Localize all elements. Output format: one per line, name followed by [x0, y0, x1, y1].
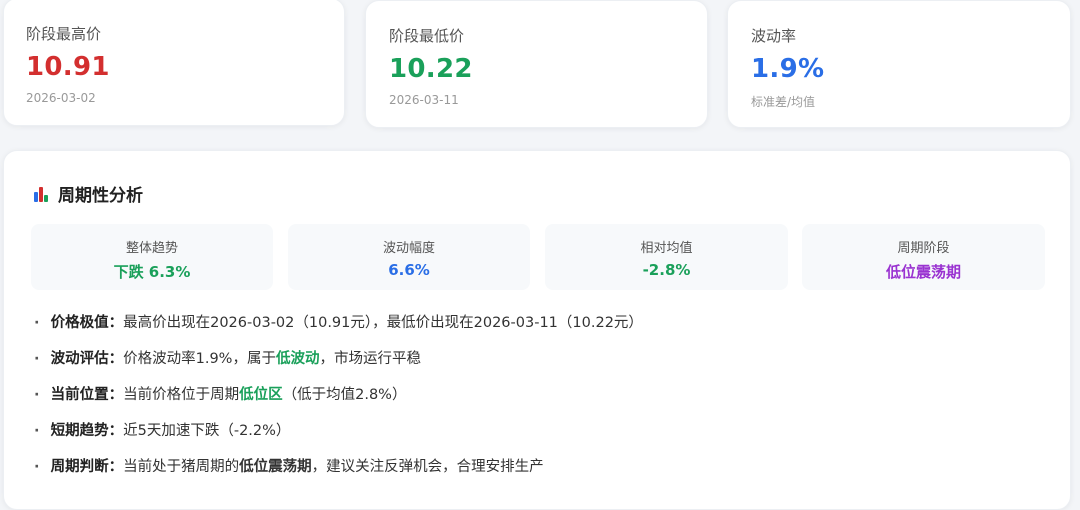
bullet-key: 当前位置： — [50, 387, 124, 403]
volatility-note: 标准差/均值 — [751, 95, 816, 109]
bullet-text: （低于均值2.8%） — [282, 387, 407, 403]
bar-chart-icon — [34, 186, 50, 202]
panel-title: 周期性分析 — [34, 181, 143, 206]
metric-label: 整体趋势 — [125, 241, 178, 256]
bullet-emphasis: 低位震荡期 — [239, 459, 312, 475]
bullet-marker: · — [34, 351, 40, 367]
bullet-price-extremes: · 价格极值：最高价出现在2026-03-02（10.91元），最低价出现在20… — [34, 311, 643, 332]
low-price-value: 10.22 — [389, 54, 473, 84]
metric-overall-trend: 整体趋势 下跌 6.3% — [31, 224, 273, 290]
bullet-marker: · — [34, 459, 40, 475]
bullet-text: ，市场运行平稳 — [319, 351, 421, 367]
low-price-date: 2026-03-11 — [389, 93, 459, 107]
bullet-marker: · — [34, 423, 40, 439]
metric-value: 低位震荡期 — [885, 263, 961, 281]
metric-label: 周期阶段 — [897, 241, 950, 256]
bullet-volatility-eval: · 波动评估：价格波动率1.9%，属于低波动，市场运行平稳 — [34, 347, 421, 368]
low-price-card: 阶段最低价 10.22 2026-03-11 — [365, 0, 708, 128]
bullet-marker: · — [34, 315, 40, 331]
bullet-key: 波动评估： — [50, 351, 124, 367]
bullet-text: 当前处于猪周期的 — [123, 459, 240, 475]
bullet-emphasis: 低位区 — [239, 387, 283, 403]
metric-label: 相对均值 — [640, 241, 693, 256]
bullet-cycle-judgement: · 周期判断：当前处于猪周期的低位震荡期，建议关注反弹机会，合理安排生产 — [34, 455, 544, 476]
bullet-key: 周期判断： — [50, 459, 124, 475]
cycle-analysis-panel: 周期性分析 整体趋势 下跌 6.3% 波动幅度 6.6% 相对均值 -2.8% … — [3, 150, 1071, 510]
metric-cycle-phase: 周期阶段 低位震荡期 — [802, 224, 1045, 290]
card-label: 阶段最低价 — [389, 27, 465, 45]
bullet-short-term-trend: · 短期趋势：近5天加速下跌（-2.2%） — [34, 419, 290, 440]
metric-value: 6.6% — [388, 261, 430, 279]
panel-title-text: 周期性分析 — [58, 186, 143, 206]
card-label: 波动率 — [751, 27, 797, 45]
volatility-value: 1.9% — [751, 54, 825, 84]
bullet-key: 价格极值： — [50, 315, 124, 331]
volatility-card: 波动率 1.9% 标准差/均值 — [727, 0, 1071, 128]
card-label: 阶段最高价 — [26, 25, 102, 43]
metric-relative-mean: 相对均值 -2.8% — [545, 224, 788, 290]
metric-amplitude: 波动幅度 6.6% — [288, 224, 530, 290]
bullet-emphasis: 低波动 — [275, 351, 320, 367]
bullet-text: 价格波动率1.9%，属于 — [123, 351, 276, 367]
bullet-text: 近5天加速下跌（-2.2%） — [123, 423, 291, 439]
bullet-current-position: · 当前位置：当前价格位于周期低位区（低于均值2.8%） — [34, 383, 406, 404]
high-price-date: 2026-03-02 — [26, 91, 96, 105]
bullet-text: 最高价出现在2026-03-02（10.91元），最低价出现在2026-03-1… — [123, 315, 643, 331]
bullet-key: 短期趋势： — [50, 423, 124, 439]
metric-label: 波动幅度 — [382, 241, 435, 256]
metric-value: 下跌 6.3% — [113, 263, 191, 281]
bullet-text: ，建议关注反弹机会，合理安排生产 — [311, 459, 544, 475]
metric-value: -2.8% — [642, 261, 691, 279]
bullet-marker: · — [34, 387, 40, 403]
high-price-value: 10.91 — [26, 52, 110, 82]
bullet-text: 当前价格位于周期 — [123, 387, 240, 403]
high-price-card: 阶段最高价 10.91 2026-03-02 — [3, 0, 345, 126]
